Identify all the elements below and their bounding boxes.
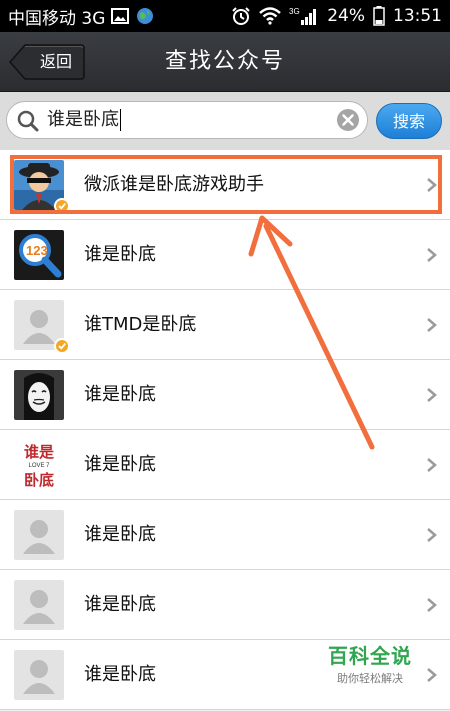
title-bar: 查找公众号 返回 — [0, 32, 450, 92]
search-input[interactable]: 谁是卧底 — [47, 102, 337, 138]
chevron-right-icon — [426, 317, 438, 333]
result-row[interactable]: 微派谁是卧底游戏助手 — [0, 150, 450, 220]
text-logo-avatar: 谁是 LOVE 7 卧底 — [14, 440, 64, 490]
svg-text:123: 123 — [26, 243, 48, 258]
battery-percent: 24% — [327, 6, 365, 26]
default-avatar — [14, 580, 64, 630]
result-row[interactable]: 谁是卧底 — [0, 500, 450, 570]
chevron-right-icon — [426, 247, 438, 263]
default-avatar — [14, 650, 64, 700]
watermark-subtitle: 助你轻松解决 — [337, 672, 403, 685]
result-title: 谁TMD是卧底 — [84, 314, 197, 335]
back-button-label: 返回 — [39, 52, 72, 71]
svg-text:谁是: 谁是 — [24, 443, 55, 461]
search-field[interactable]: 谁是卧底 — [6, 101, 368, 139]
verified-badge-icon — [54, 338, 70, 354]
result-title: 谁是卧底 — [84, 384, 156, 405]
globe-icon — [135, 6, 155, 26]
clock: 13:51 — [393, 6, 442, 26]
result-row[interactable]: 123 谁是卧底 — [0, 220, 450, 290]
search-button[interactable]: 搜索 — [376, 103, 442, 139]
watermark-title: 百科全说 — [328, 644, 412, 668]
mask-avatar — [14, 370, 64, 420]
result-row[interactable]: 谁是卧底 — [0, 570, 450, 640]
result-title: 谁是卧底 — [84, 664, 156, 685]
signal-icon: 3G — [289, 6, 319, 26]
search-icon — [15, 108, 41, 134]
search-query-text: 谁是卧底 — [47, 109, 119, 130]
carrier-label: 中国移动 3G — [8, 8, 106, 29]
watermark-logo: 百科全说 助你轻松解决 — [322, 640, 418, 686]
chevron-right-icon — [426, 387, 438, 403]
image-notification-icon — [111, 8, 130, 24]
chevron-right-icon — [426, 667, 438, 683]
results-list: 微派谁是卧底游戏助手 123 谁是卧底 谁TMD是卧底 谁是卧底 谁是 LOVE… — [0, 150, 450, 710]
chevron-right-icon — [426, 527, 438, 543]
default-avatar — [14, 510, 64, 560]
result-title: 谁是卧底 — [84, 454, 156, 475]
svg-text:卧底: 卧底 — [24, 471, 54, 489]
svg-text:3G: 3G — [289, 7, 300, 16]
chevron-right-icon — [426, 457, 438, 473]
status-bar: 中国移动 3G 3G 24% 13:51 — [0, 0, 450, 32]
clear-search-icon[interactable] — [336, 108, 360, 132]
chevron-right-icon — [426, 177, 438, 193]
battery-icon — [373, 6, 385, 26]
result-title: 谁是卧底 — [84, 524, 156, 545]
verified-badge-icon — [54, 198, 70, 214]
result-row[interactable]: 谁是卧底 — [0, 360, 450, 430]
svg-text:LOVE 7: LOVE 7 — [28, 463, 50, 469]
wifi-icon — [259, 7, 282, 25]
result-title: 微派谁是卧底游戏助手 — [84, 174, 264, 195]
search-bar: 谁是卧底 搜索 — [0, 92, 450, 150]
result-title: 谁是卧底 — [84, 594, 156, 615]
result-title: 谁是卧底 — [84, 244, 156, 265]
back-button[interactable]: 返回 — [9, 44, 85, 80]
result-row[interactable]: 谁TMD是卧底 — [0, 290, 450, 360]
result-row[interactable]: 谁是 LOVE 7 卧底 谁是卧底 — [0, 430, 450, 500]
chevron-right-icon — [426, 597, 438, 613]
magnifier-123-avatar: 123 — [14, 230, 64, 280]
text-caret — [120, 109, 121, 131]
alarm-icon — [231, 6, 251, 26]
